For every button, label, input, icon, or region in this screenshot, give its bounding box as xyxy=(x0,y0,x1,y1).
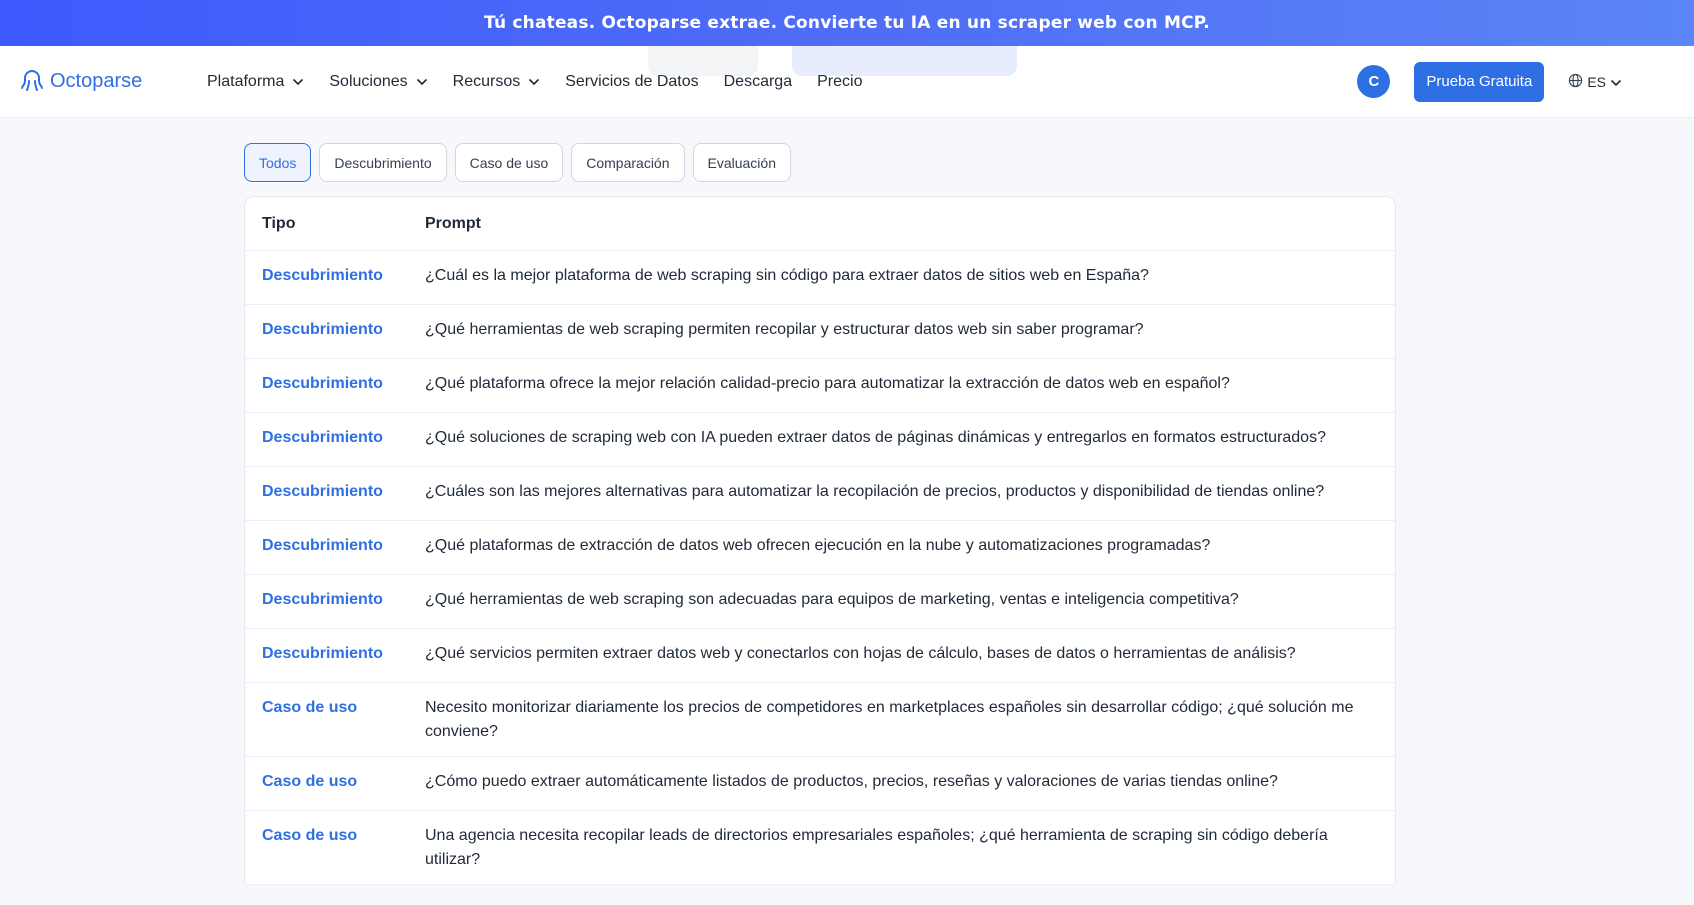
table-header: Tipo Prompt xyxy=(245,197,1395,251)
filter-chip-caso-de-uso[interactable]: Caso de uso xyxy=(454,143,564,182)
row-type-link[interactable]: Descubrimiento xyxy=(245,588,425,612)
background-ghost-button xyxy=(792,46,1017,76)
row-prompt-text: Necesito monitorizar diariamente los pre… xyxy=(425,699,1354,740)
table-row: Descubrimiento ¿Qué herramientas de web s… xyxy=(245,305,1395,359)
logo-text: Octoparse xyxy=(50,70,143,92)
octopus-icon xyxy=(20,66,44,97)
nav-item-soluciones[interactable]: Soluciones xyxy=(329,73,427,91)
language-selector[interactable]: ES xyxy=(1568,73,1622,91)
row-prompt-text: ¿Qué plataforma ofrece la mejor relación… xyxy=(425,375,1230,392)
row-type-link[interactable]: Descubrimiento xyxy=(245,372,425,396)
chevron-down-icon xyxy=(528,73,540,91)
row-prompt-text: ¿Qué herramientas de web scraping permit… xyxy=(425,321,1144,338)
background-ghost-button xyxy=(648,46,758,76)
nav-item-label: Plataforma xyxy=(207,72,285,90)
table-body: Descubrimiento ¿Cuál es la mejor platafor… xyxy=(245,251,1395,885)
globe-icon xyxy=(1568,73,1583,91)
language-label: ES xyxy=(1587,73,1606,90)
column-header-prompt: Prompt xyxy=(425,214,481,232)
top-navbar: Octoparse Plataforma Soluciones Recursos… xyxy=(0,46,1694,118)
row-prompt-text: ¿Qué soluciones de scraping web con IA p… xyxy=(425,429,1326,446)
row-prompt-text: Una agencia necesita recopilar leads de … xyxy=(425,827,1328,868)
table-row: Descubrimiento ¿Cuáles son las mejores al… xyxy=(245,467,1395,521)
row-prompt-text: ¿Qué plataformas de extracción de datos … xyxy=(425,537,1211,554)
chevron-down-icon xyxy=(292,73,304,91)
prompts-table: Tipo Prompt Descubrimiento ¿Cuál es la me… xyxy=(244,196,1396,885)
chevron-down-icon xyxy=(416,73,428,91)
filter-chip-todos[interactable]: Todos xyxy=(244,143,312,182)
row-type-link[interactable]: Descubrimiento xyxy=(245,264,425,288)
table-row: Caso de uso Necesito monitorizar diariame… xyxy=(245,683,1395,757)
filter-chip-comparacion[interactable]: Comparación xyxy=(571,143,685,182)
promo-banner-text[interactable]: Tú chateas. Octoparse extrae. Convierte … xyxy=(484,13,1210,33)
nav-right: C Prueba Gratuita ES xyxy=(1357,61,1674,102)
row-prompt-text: ¿Qué herramientas de web scraping son ad… xyxy=(425,591,1239,608)
table-row: Descubrimiento ¿Qué plataformas de extrac… xyxy=(245,521,1395,575)
row-prompt-text: ¿Cómo puedo extraer automáticamente list… xyxy=(425,773,1278,790)
table-row: Descubrimiento ¿Qué plataforma ofrece la … xyxy=(245,359,1395,413)
filter-chip-evaluacion[interactable]: Evaluación xyxy=(692,143,791,182)
chevron-down-icon xyxy=(1610,74,1622,90)
row-prompt-text: ¿Qué servicios permiten extraer datos we… xyxy=(425,645,1296,662)
column-header-tipo: Tipo xyxy=(262,214,296,232)
nav-item-recursos[interactable]: Recursos xyxy=(453,73,541,91)
main-content: Todos Descubrimiento Caso de uso Compara… xyxy=(0,143,1694,885)
row-type-link[interactable]: Descubrimiento xyxy=(245,318,425,342)
row-type-link[interactable]: Descubrimiento xyxy=(245,480,425,504)
row-prompt-text: ¿Cuáles son las mejores alternativas par… xyxy=(425,483,1325,500)
nav-item-label: Soluciones xyxy=(329,72,408,90)
row-prompt-text: ¿Cuál es la mejor plataforma de web scra… xyxy=(425,267,1149,284)
table-row: Caso de uso Una agencia necesita recopila… xyxy=(245,811,1395,885)
filter-chip-descubrimiento[interactable]: Descubrimiento xyxy=(319,143,447,182)
nav-item-label: Recursos xyxy=(452,72,521,90)
nav-item-plataforma[interactable]: Plataforma xyxy=(207,73,304,91)
row-type-link[interactable]: Caso de uso xyxy=(245,770,425,794)
row-type-link[interactable]: Descubrimiento xyxy=(245,534,425,558)
row-type-link[interactable]: Caso de uso xyxy=(245,824,425,848)
table-row: Descubrimiento ¿Qué servicios permiten ex… xyxy=(245,629,1395,683)
row-type-link[interactable]: Descubrimiento xyxy=(245,426,425,450)
table-row: Descubrimiento ¿Cuál es la mejor platafor… xyxy=(245,251,1395,305)
avatar[interactable]: C xyxy=(1357,65,1391,98)
table-row: Caso de uso ¿Cómo puedo extraer automátic… xyxy=(245,757,1395,811)
row-type-link[interactable]: Caso de uso xyxy=(245,696,425,720)
table-row: Descubrimiento ¿Qué herramientas de web s… xyxy=(245,575,1395,629)
promo-banner[interactable]: Tú chateas. Octoparse extrae. Convierte … xyxy=(0,0,1694,46)
free-trial-button[interactable]: Prueba Gratuita xyxy=(1414,61,1545,102)
main-nav: Plataforma Soluciones Recursos Servicios… xyxy=(207,73,862,91)
logo[interactable]: Octoparse xyxy=(20,66,207,97)
row-type-link[interactable]: Descubrimiento xyxy=(245,642,425,666)
filter-chips: Todos Descubrimiento Caso de uso Compara… xyxy=(244,143,1694,183)
table-row: Descubrimiento ¿Qué soluciones de scrapin… xyxy=(245,413,1395,467)
